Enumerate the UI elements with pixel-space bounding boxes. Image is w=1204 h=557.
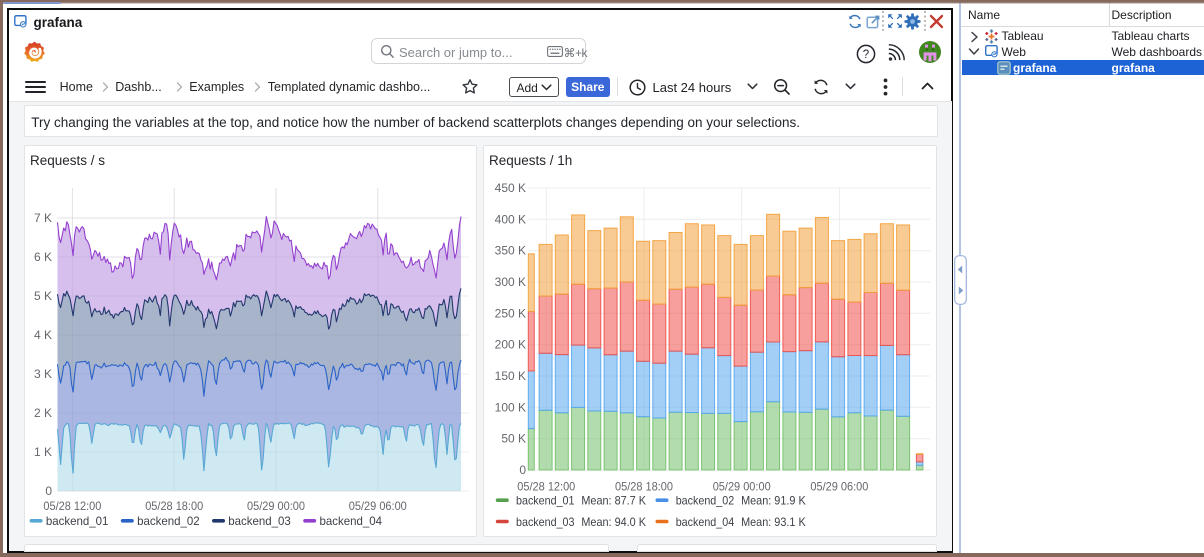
svg-text:300 K: 300 K — [494, 275, 525, 289]
svg-text:05/28 12:00: 05/28 12:00 — [43, 499, 101, 513]
svg-text:backend_02: backend_02 — [675, 494, 734, 508]
svg-text:05/28 12:00: 05/28 12:00 — [517, 480, 575, 494]
svg-text:450 K: 450 K — [494, 181, 525, 195]
svg-text:backend_04: backend_04 — [320, 514, 383, 528]
svg-text:backend_02: backend_02 — [137, 514, 200, 528]
svg-text:Mean: 93.1 K: Mean: 93.1 K — [741, 515, 806, 529]
svg-text:150 K: 150 K — [494, 369, 525, 383]
svg-text:Mean: 87.7 K: Mean: 87.7 K — [581, 494, 646, 508]
svg-text:backend_03: backend_03 — [228, 514, 291, 528]
svg-text:0: 0 — [45, 484, 52, 498]
svg-text:50 K: 50 K — [501, 432, 526, 446]
svg-text:Mean: 91.9 K: Mean: 91.9 K — [741, 494, 806, 508]
svg-text:3 K: 3 K — [34, 367, 52, 381]
svg-text:250 K: 250 K — [494, 306, 525, 320]
svg-text:7 K: 7 K — [34, 211, 52, 225]
svg-text:?: ? — [863, 49, 869, 61]
svg-text:5 K: 5 K — [34, 289, 52, 303]
svg-text:100 K: 100 K — [494, 400, 525, 414]
svg-text:05/28 18:00: 05/28 18:00 — [145, 499, 203, 513]
svg-text:4 K: 4 K — [34, 328, 52, 342]
svg-text:400 K: 400 K — [494, 212, 525, 226]
svg-text:Mean: 94.0 K: Mean: 94.0 K — [581, 515, 646, 529]
svg-text:backend_01: backend_01 — [46, 514, 109, 528]
svg-text:200 K: 200 K — [494, 338, 525, 352]
svg-text:05/29 06:00: 05/29 06:00 — [810, 480, 868, 494]
svg-text:6 K: 6 K — [34, 250, 52, 264]
svg-text:0: 0 — [519, 463, 526, 477]
svg-text:backend_01: backend_01 — [516, 494, 575, 508]
svg-text:350 K: 350 K — [494, 244, 525, 258]
svg-text:05/29 00:00: 05/29 00:00 — [712, 480, 770, 494]
svg-text:1 K: 1 K — [34, 445, 52, 459]
svg-text:2 K: 2 K — [34, 406, 52, 420]
svg-text:backend_04: backend_04 — [675, 515, 734, 529]
svg-text:05/29 00:00: 05/29 00:00 — [247, 499, 305, 513]
svg-text:05/29 06:00: 05/29 06:00 — [349, 499, 407, 513]
svg-text:05/28 18:00: 05/28 18:00 — [615, 480, 673, 494]
svg-text:backend_03: backend_03 — [516, 515, 575, 529]
